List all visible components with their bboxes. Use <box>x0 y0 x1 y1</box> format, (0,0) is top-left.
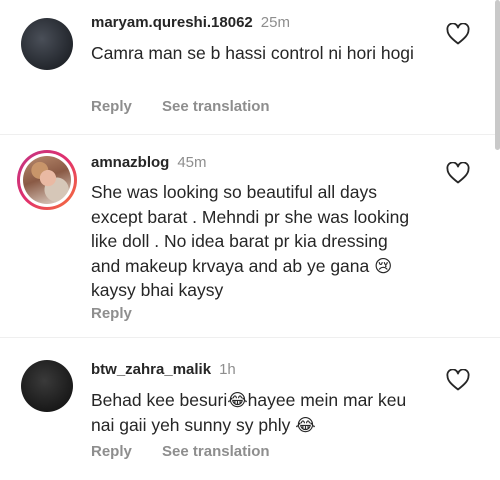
comment-actions: Reply See translation <box>91 98 270 115</box>
see-translation-button[interactable]: See translation <box>162 443 270 460</box>
timestamp: 1h <box>219 361 236 378</box>
see-translation-button[interactable]: See translation <box>162 98 270 115</box>
comment-author[interactable]: btw_zahra_malik 1h <box>91 361 236 378</box>
avatar[interactable] <box>21 360 73 412</box>
comment-text: Camra man se b hassi control ni hori hog… <box>91 43 414 63</box>
reply-button[interactable]: Reply <box>91 98 132 115</box>
comment-actions: Reply <box>91 305 132 322</box>
scrollbar[interactable] <box>495 0 500 150</box>
heart-outline-icon[interactable] <box>446 162 470 184</box>
section-divider <box>0 134 500 135</box>
reply-button[interactable]: Reply <box>91 305 132 322</box>
comment-author[interactable]: amnazblog 45m <box>91 154 207 171</box>
comment-text: She was looking so beautiful all days ex… <box>91 182 410 300</box>
timestamp: 45m <box>177 154 207 171</box>
comment-text: Behad kee besuri😂hayee mein mar keu nai … <box>91 390 407 435</box>
heart-outline-icon[interactable] <box>446 369 470 391</box>
username[interactable]: btw_zahra_malik <box>91 361 211 378</box>
avatar[interactable] <box>21 18 73 70</box>
timestamp: 25m <box>260 14 290 31</box>
username[interactable]: maryam.qureshi.18062 <box>91 14 253 31</box>
heart-outline-icon[interactable] <box>446 23 470 45</box>
avatar-ring-gap <box>20 153 74 207</box>
comment-author[interactable]: maryam.qureshi.18062 25m <box>91 14 290 31</box>
section-divider <box>0 337 500 338</box>
username[interactable]: amnazblog <box>91 154 169 171</box>
avatar[interactable] <box>17 150 77 210</box>
reply-button[interactable]: Reply <box>91 443 132 460</box>
avatar-photo <box>23 156 71 204</box>
comment-actions: Reply See translation <box>91 443 270 460</box>
